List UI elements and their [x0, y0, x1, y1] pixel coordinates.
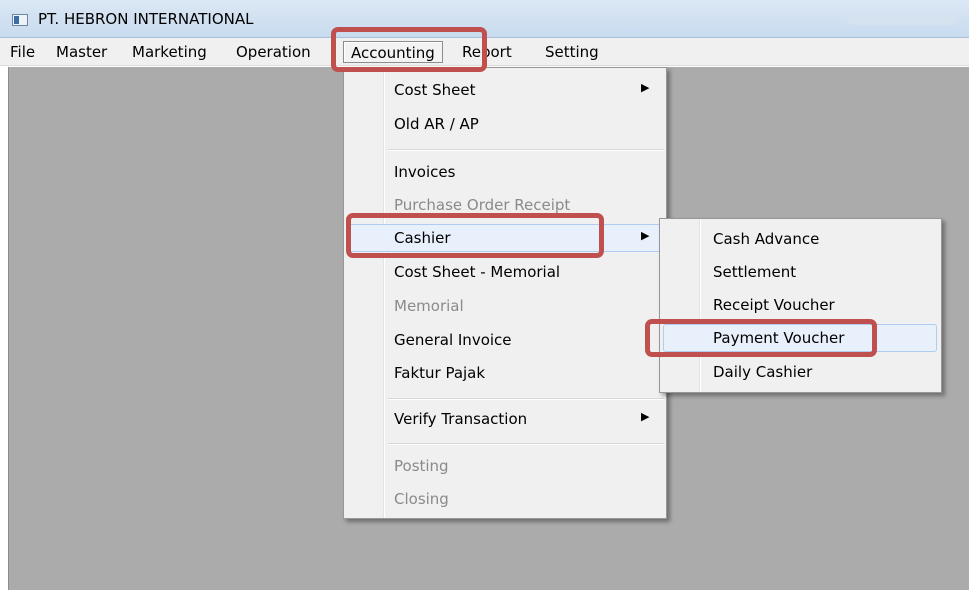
menu-item-receipt-voucher[interactable]: Receipt Voucher: [660, 290, 941, 320]
menu-item-label: Cost Sheet: [394, 81, 476, 99]
accounting-dropdown: Cost Sheet ▶ Old AR / AP Invoices Purcha…: [343, 67, 667, 519]
menu-operation[interactable]: Operation: [236, 43, 311, 61]
menu-master[interactable]: Master: [56, 43, 107, 61]
menu-item-label: Settlement: [713, 263, 797, 281]
menu-item-label: Cash Advance: [713, 230, 820, 248]
menu-item-label: Old AR / AP: [394, 115, 479, 133]
menu-separator: [388, 398, 664, 400]
menu-item-settlement[interactable]: Settlement: [660, 257, 941, 287]
menu-item-label: Closing: [394, 490, 449, 508]
submenu-arrow-icon: ▶: [641, 81, 650, 94]
submenu-arrow-icon: ▶: [641, 229, 650, 242]
menubar: File Master Marketing Operation Accounti…: [0, 38, 969, 66]
menu-item-invoices[interactable]: Invoices: [344, 157, 666, 187]
app-window-icon: [12, 14, 28, 26]
menu-item-verify-transaction[interactable]: Verify Transaction ▶: [344, 404, 666, 434]
menu-item-memorial: Memorial: [344, 291, 666, 321]
menu-item-label: Posting: [394, 457, 449, 475]
menu-setting[interactable]: Setting: [545, 43, 599, 61]
cashier-submenu: Cash Advance Settlement Receipt Voucher …: [659, 218, 942, 393]
menu-item-cost-sheet[interactable]: Cost Sheet ▶: [344, 75, 666, 105]
menu-item-old-ar-ap[interactable]: Old AR / AP: [344, 109, 666, 139]
menu-item-label: Faktur Pajak: [394, 364, 486, 382]
window-title: PT. HEBRON INTERNATIONAL: [38, 10, 254, 28]
menu-item-payment-voucher[interactable]: Payment Voucher: [660, 323, 941, 353]
menu-item-label: Receipt Voucher: [713, 296, 835, 314]
menu-item-closing: Closing: [344, 484, 666, 514]
menu-item-cashier[interactable]: Cashier ▶: [344, 223, 666, 253]
menu-item-label: Memorial: [394, 297, 464, 315]
window-titlebar: PT. HEBRON INTERNATIONAL: [0, 0, 969, 38]
menu-file[interactable]: File: [10, 43, 35, 61]
menu-accounting[interactable]: Accounting: [343, 41, 443, 63]
menu-item-label: Payment Voucher: [713, 329, 845, 347]
menu-item-label: Purchase Order Receipt: [394, 196, 571, 214]
menu-marketing[interactable]: Marketing: [132, 43, 207, 61]
menu-item-label: Cost Sheet - Memorial: [394, 263, 561, 281]
menu-item-label: Verify Transaction: [394, 410, 528, 428]
menu-item-daily-cashier[interactable]: Daily Cashier: [660, 357, 941, 387]
menu-item-general-invoice[interactable]: General Invoice: [344, 325, 666, 355]
menu-item-faktur-pajak[interactable]: Faktur Pajak: [344, 358, 666, 388]
menu-separator: [388, 149, 664, 151]
menu-separator: [388, 443, 664, 445]
menu-item-purchase-order-receipt: Purchase Order Receipt: [344, 190, 666, 220]
menu-item-label: Invoices: [394, 163, 456, 181]
menu-item-posting: Posting: [344, 451, 666, 481]
menu-report[interactable]: Report: [462, 43, 512, 61]
menu-item-cash-advance[interactable]: Cash Advance: [660, 224, 941, 254]
menu-item-label: Cashier: [394, 229, 451, 247]
submenu-arrow-icon: ▶: [641, 410, 650, 423]
window-controls[interactable]: [847, 13, 957, 25]
menu-item-label: Daily Cashier: [713, 363, 813, 381]
menu-item-cost-sheet-memorial[interactable]: Cost Sheet - Memorial: [344, 257, 666, 287]
menu-item-label: General Invoice: [394, 331, 512, 349]
